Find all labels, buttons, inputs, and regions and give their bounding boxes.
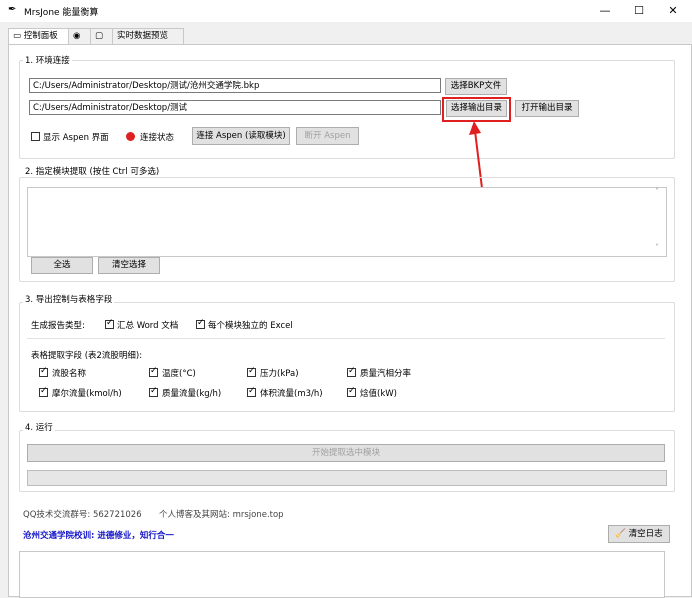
select-output-button[interactable]: 选择输出目录 <box>446 100 507 117</box>
window-title: MrsJone 能量衡算 <box>24 8 99 18</box>
report-excel-checkbox[interactable] <box>196 318 205 329</box>
broom-icon: 🧹 <box>615 529 626 539</box>
scroll-down-icon[interactable]: ˅ <box>655 243 659 252</box>
tab-control-panel[interactable]: ▭ 控制面板 <box>8 28 76 44</box>
monitor-icon: ▭ <box>13 31 22 41</box>
report-type-label: 生成报告类型: <box>31 321 85 331</box>
title-bar: ✒ MrsJone 能量衡算 — ☐ ✕ <box>0 0 692 22</box>
output-path-input[interactable]: C:/Users/Administrator/Desktop/测试 <box>29 100 441 115</box>
control-panel: 1. 环境连接 C:/Users/Administrator/Desktop/测… <box>8 44 692 598</box>
log-area[interactable] <box>19 551 665 598</box>
tab-eye[interactable]: ◉ <box>68 28 92 44</box>
connect-aspen-button[interactable]: 连接 Aspen (读取模块) <box>192 127 290 145</box>
section-title-run: 4. 运行 <box>23 421 55 433</box>
tab-realtime-preview[interactable]: 实时数据预览 <box>112 28 184 44</box>
field-label: 压力(kPa) <box>260 369 299 379</box>
scroll-up-icon[interactable]: ˄ <box>655 187 659 196</box>
field-label: 体积流量(m3/h) <box>260 389 323 399</box>
status-label: 连接状态 <box>140 133 175 143</box>
field-label: 焓值(kW) <box>360 389 397 399</box>
bkp-path-input[interactable]: C:/Users/Administrator/Desktop/测试/沧州交通学院… <box>29 78 441 93</box>
status-dot-icon <box>126 132 135 141</box>
field-label: 流股名称 <box>52 369 87 379</box>
report-word-checkbox[interactable] <box>105 318 114 329</box>
feather-icon: ✒ <box>8 4 17 15</box>
clear-log-button[interactable]: 🧹 清空日志 <box>608 525 670 543</box>
field-checkbox[interactable] <box>347 366 356 377</box>
tab-label: 实时数据预览 <box>117 31 169 41</box>
clear-selection-button[interactable]: 清空选择 <box>98 257 160 274</box>
section-title-export: 3. 导出控制与表格字段 <box>23 293 115 305</box>
field-checkbox[interactable] <box>347 386 356 397</box>
tab-label: 控制面板 <box>23 31 58 41</box>
report-excel-label: 每个模块独立的 Excel <box>208 321 293 331</box>
qq-group-label: QQ技术交流群号: 562721026 <box>23 510 142 520</box>
field-checkbox[interactable] <box>247 366 256 377</box>
minimize-button[interactable]: — <box>590 0 620 22</box>
show-aspen-label: 显示 Aspen 界面 <box>43 133 109 143</box>
show-aspen-checkbox[interactable] <box>31 132 40 141</box>
field-checkbox[interactable] <box>149 366 158 377</box>
field-label: 质量流量(kg/h) <box>162 389 222 399</box>
field-checkbox[interactable] <box>39 386 48 397</box>
field-label: 质量汽相分率 <box>360 369 412 379</box>
maximize-button[interactable]: ☐ <box>624 0 654 22</box>
field-checkbox[interactable] <box>39 366 48 377</box>
select-all-button[interactable]: 全选 <box>31 257 93 274</box>
field-checkbox[interactable] <box>247 386 256 397</box>
section-title-modules: 2. 指定模块提取 (按住 Ctrl 可多选) <box>23 165 162 177</box>
eye-icon: ◉ <box>73 31 81 41</box>
start-extract-button: 开始提取选中模块 <box>27 444 665 462</box>
field-label: 摩尔流量(kmol/h) <box>52 389 122 399</box>
fields-label: 表格提取字段 (表2流股明细): <box>31 351 143 361</box>
disconnect-aspen-button: 断开 Aspen <box>296 127 359 145</box>
field-checkbox[interactable] <box>149 386 158 397</box>
close-button[interactable]: ✕ <box>658 0 688 22</box>
report-word-label: 汇总 Word 文档 <box>117 321 179 331</box>
module-listbox[interactable] <box>27 187 667 257</box>
select-bkp-button[interactable]: 选择BKP文件 <box>445 78 507 95</box>
clear-log-label: 清空日志 <box>628 529 663 539</box>
section-title-env: 1. 环境连接 <box>23 54 72 66</box>
tab-chat[interactable]: ▢ <box>90 28 114 44</box>
divider <box>27 338 665 339</box>
progress-bar <box>27 470 667 486</box>
school-motto: 沧州交通学院校训: 进德修业，知行合一 <box>23 531 174 541</box>
chat-icon: ▢ <box>95 31 104 41</box>
open-output-button[interactable]: 打开输出目录 <box>515 100 579 117</box>
website-label: 个人博客及其网站: mrsjone.top <box>159 510 284 520</box>
field-label: 温度(°C) <box>162 369 196 379</box>
